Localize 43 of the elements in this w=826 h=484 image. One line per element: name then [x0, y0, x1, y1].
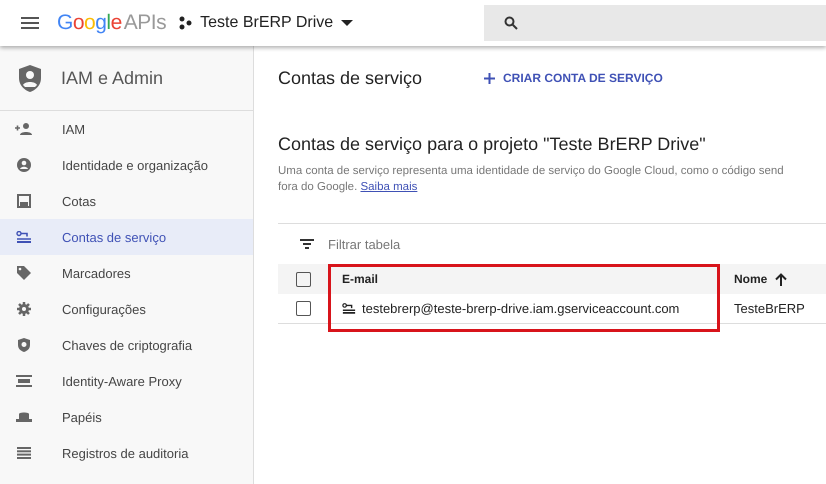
sidebar-item[interactable]: Registros de auditoria: [0, 435, 253, 471]
page-title: Contas de serviço: [278, 68, 424, 88]
account-icon: [17, 158, 31, 172]
proxy-icon: [16, 375, 32, 387]
create-button[interactable]: CRIAR CONTA DE SERVIÇO: [484, 71, 663, 85]
sidebar-title: IAM e Admin: [61, 68, 164, 88]
sidebar-item[interactable]: IAM: [0, 111, 253, 147]
sidebar-item[interactable]: Chaves de criptografia: [0, 327, 253, 363]
list-icon: [17, 447, 31, 459]
dots-icon: [178, 16, 192, 30]
project-selector[interactable]: Teste BrERP Drive: [178, 14, 354, 32]
search-icon: [504, 16, 518, 30]
filter-icon: [300, 239, 314, 249]
column-header[interactable]: Nome: [720, 264, 826, 294]
description: Uma conta de serviço representa uma identidade de serviço do Google Cloud, como o código send fora do Google. Saiba mais: [278, 164, 785, 195]
menu-icon[interactable]: [21, 17, 39, 29]
sidebar-item[interactable]: Papéis: [0, 399, 253, 435]
caret-icon: [341, 20, 354, 26]
sidebar-item[interactable]: Marcadores: [0, 255, 253, 291]
sidebar-item[interactable]: Identidade e organização: [0, 147, 253, 183]
hat-icon: [16, 412, 32, 422]
select-all-checkbox[interactable]: [296, 272, 310, 286]
sidebar-item[interactable]: Cotas: [0, 183, 253, 219]
shield-icon: [18, 338, 30, 352]
tag-icon: [17, 266, 31, 280]
search-field[interactable]: [484, 5, 826, 41]
table-cell: TesteBrERP: [720, 294, 826, 324]
key-card-icon: [342, 303, 356, 314]
settings-icon: [17, 302, 31, 316]
table-cell: testebrerp@teste-brerp-drive.iam.gserviceaccount.com: [328, 294, 720, 324]
sidebar-item[interactable]: Contas de serviço: [0, 219, 253, 255]
logo[interactable]: GoogleAPIs: [57, 11, 166, 35]
learn-more-link[interactable]: Saiba mais: [360, 181, 418, 193]
shield-icon: [19, 64, 41, 92]
calendar-icon: [17, 194, 31, 208]
plus-icon: [484, 72, 495, 84]
filter-placeholder: Filtrar tabela: [328, 236, 400, 252]
section-title: Contas de serviço para o projeto "Teste BrERP Drive": [278, 134, 707, 155]
row-checkbox[interactable]: [296, 301, 310, 316]
key-card-icon: [16, 231, 32, 243]
person-add-icon: [15, 123, 33, 135]
sidebar-item[interactable]: Identity-Aware Proxy: [0, 363, 253, 399]
sidebar-item[interactable]: Configurações: [0, 291, 253, 327]
